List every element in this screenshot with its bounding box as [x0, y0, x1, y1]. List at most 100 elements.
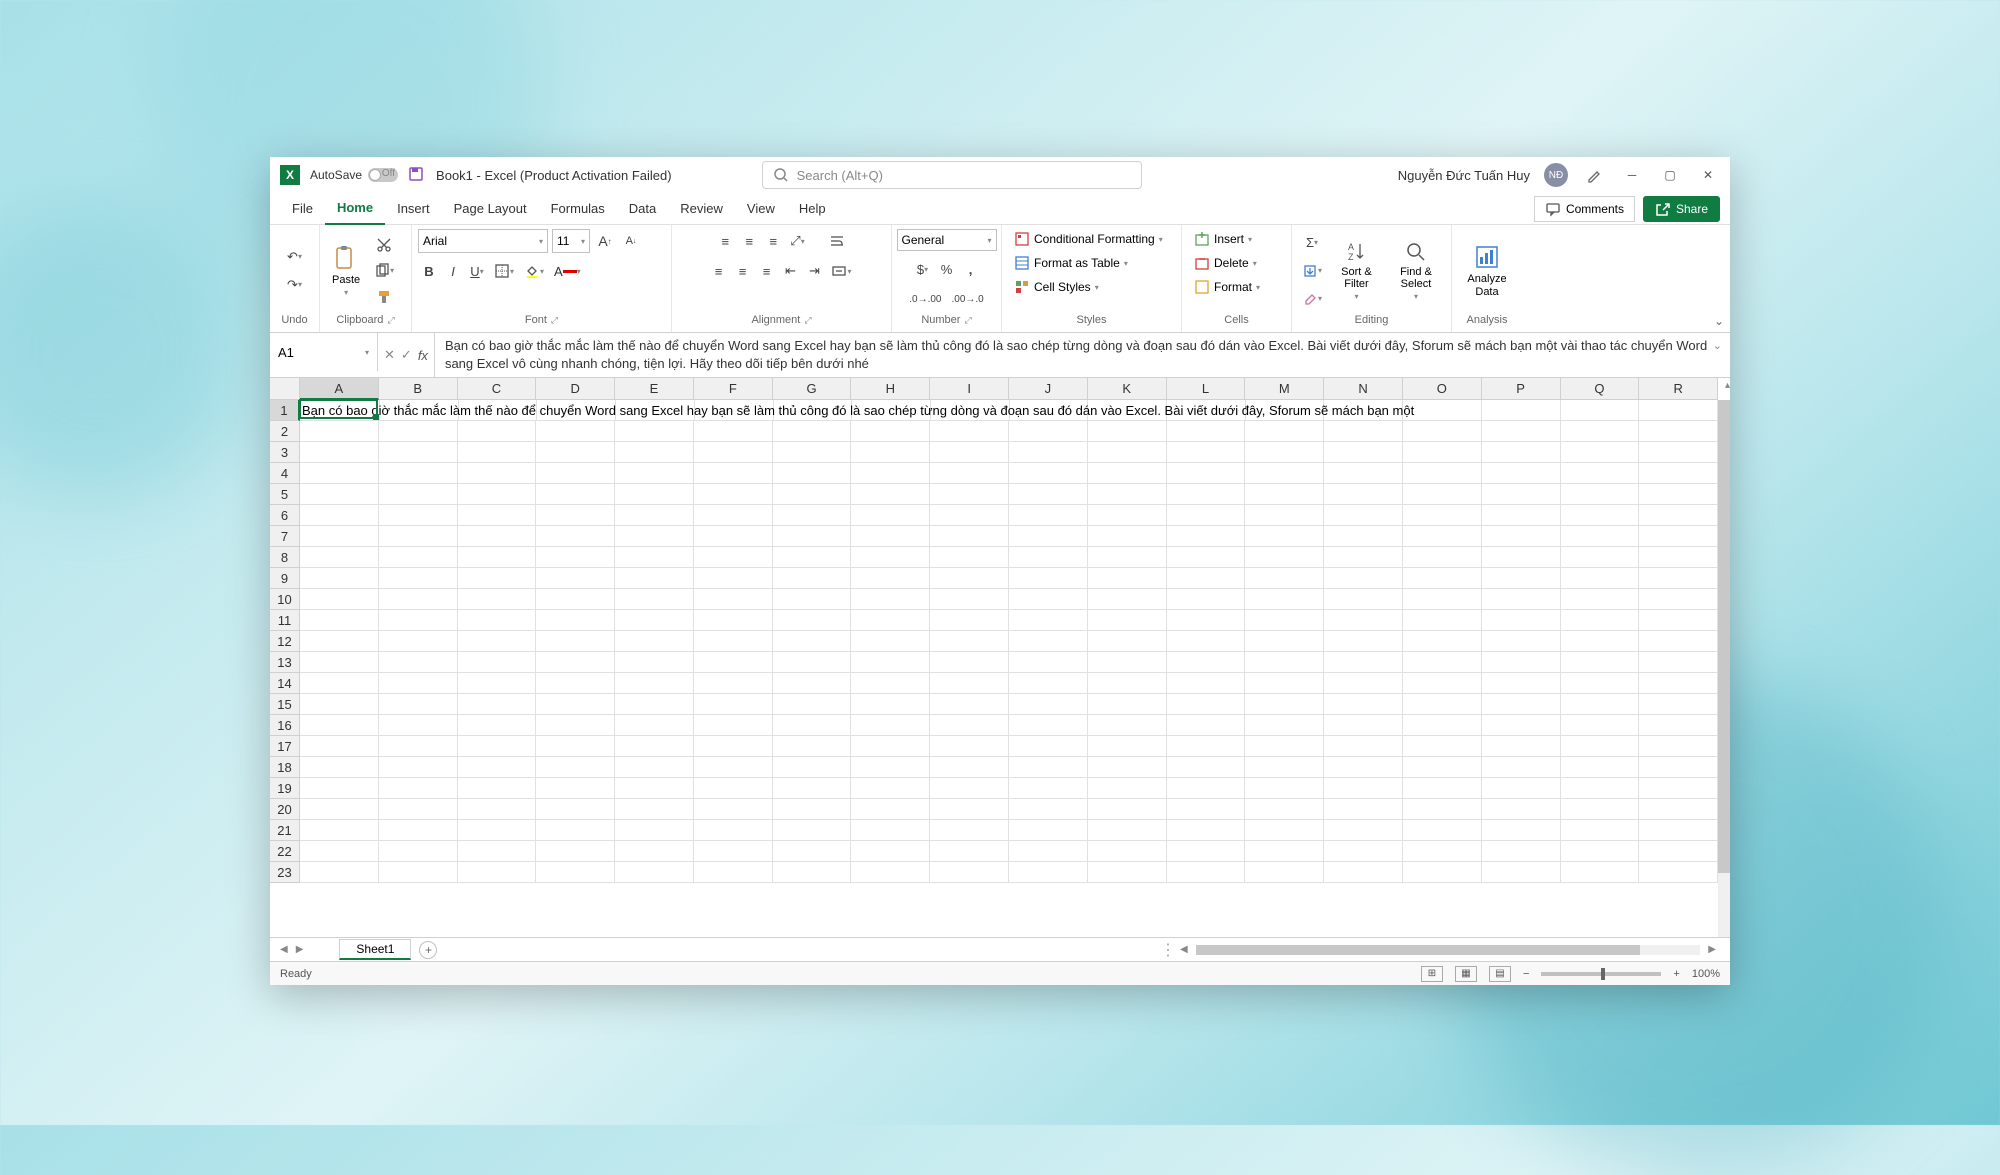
formula-bar[interactable]: Bạn có bao giờ thắc mắc làm thế nào để c… [435, 333, 1730, 377]
cell-C3[interactable] [458, 442, 537, 463]
cell-I9[interactable] [930, 568, 1009, 589]
row-header-4[interactable]: 4 [270, 463, 300, 484]
cell-E17[interactable] [615, 736, 694, 757]
cell-O13[interactable] [1403, 652, 1482, 673]
cell-L21[interactable] [1167, 820, 1246, 841]
cell-D20[interactable] [536, 799, 615, 820]
select-all-corner[interactable] [270, 378, 300, 400]
alignment-dialog-launcher[interactable]: ⤢ [804, 315, 811, 326]
cell-E23[interactable] [615, 862, 694, 883]
cell-P20[interactable] [1482, 799, 1561, 820]
cell-G6[interactable] [773, 505, 852, 526]
cell-J12[interactable] [1009, 631, 1088, 652]
cell-D11[interactable] [536, 610, 615, 631]
cell-E10[interactable] [615, 589, 694, 610]
toggle-switch[interactable]: Off [368, 168, 398, 182]
cell-M9[interactable] [1245, 568, 1324, 589]
column-header-R[interactable]: R [1639, 378, 1718, 400]
cell-C12[interactable] [458, 631, 537, 652]
cell-P12[interactable] [1482, 631, 1561, 652]
row-header-7[interactable]: 7 [270, 526, 300, 547]
accounting-format-button[interactable]: $ ▾ [912, 257, 934, 281]
hscroll-left[interactable]: ◀ [1176, 944, 1192, 955]
cell-R16[interactable] [1639, 715, 1718, 736]
sheet-nav-prev[interactable]: ◀ [280, 944, 288, 955]
cell-O3[interactable] [1403, 442, 1482, 463]
cell-D10[interactable] [536, 589, 615, 610]
italic-button[interactable]: I [442, 259, 464, 283]
row-header-19[interactable]: 19 [270, 778, 300, 799]
format-painter-button[interactable] [370, 285, 398, 309]
cell-H17[interactable] [851, 736, 930, 757]
cell-D9[interactable] [536, 568, 615, 589]
row-header-12[interactable]: 12 [270, 631, 300, 652]
cell-K5[interactable] [1088, 484, 1167, 505]
cell-F3[interactable] [694, 442, 773, 463]
share-button[interactable]: Share [1643, 196, 1720, 222]
cell-B10[interactable] [379, 589, 458, 610]
row-header-17[interactable]: 17 [270, 736, 300, 757]
cell-H22[interactable] [851, 841, 930, 862]
cell-O19[interactable] [1403, 778, 1482, 799]
menu-formulas[interactable]: Formulas [539, 193, 617, 225]
menu-file[interactable]: File [280, 193, 325, 225]
cell-A22[interactable] [300, 841, 379, 862]
cell-L13[interactable] [1167, 652, 1246, 673]
cell-H2[interactable] [851, 421, 930, 442]
cell-H15[interactable] [851, 694, 930, 715]
cell-G14[interactable] [773, 673, 852, 694]
cell-L20[interactable] [1167, 799, 1246, 820]
maximize-button[interactable]: ▢ [1658, 163, 1682, 187]
cell-E19[interactable] [615, 778, 694, 799]
cell-N14[interactable] [1324, 673, 1403, 694]
cell-R15[interactable] [1639, 694, 1718, 715]
cell-K18[interactable] [1088, 757, 1167, 778]
cell-O23[interactable] [1403, 862, 1482, 883]
cell-K6[interactable] [1088, 505, 1167, 526]
cell-G16[interactable] [773, 715, 852, 736]
cell-Q4[interactable] [1561, 463, 1640, 484]
cell-N9[interactable] [1324, 568, 1403, 589]
cell-D3[interactable] [536, 442, 615, 463]
cell-I16[interactable] [930, 715, 1009, 736]
cell-D18[interactable] [536, 757, 615, 778]
vertical-scrollbar[interactable] [1718, 400, 1730, 937]
menu-insert[interactable]: Insert [385, 193, 442, 225]
cell-R19[interactable] [1639, 778, 1718, 799]
fx-label[interactable]: fx [418, 348, 428, 363]
cell-E11[interactable] [615, 610, 694, 631]
cell-G18[interactable] [773, 757, 852, 778]
cell-K12[interactable] [1088, 631, 1167, 652]
search-box[interactable]: Search (Alt+Q) [762, 161, 1142, 189]
cell-M22[interactable] [1245, 841, 1324, 862]
cell-L17[interactable] [1167, 736, 1246, 757]
cell-P15[interactable] [1482, 694, 1561, 715]
cell-D2[interactable] [536, 421, 615, 442]
cell-H23[interactable] [851, 862, 930, 883]
column-header-A[interactable]: A [300, 378, 379, 400]
cell-P14[interactable] [1482, 673, 1561, 694]
cell-C22[interactable] [458, 841, 537, 862]
cell-I10[interactable] [930, 589, 1009, 610]
cell-A8[interactable] [300, 547, 379, 568]
cell-O4[interactable] [1403, 463, 1482, 484]
cell-G13[interactable] [773, 652, 852, 673]
increase-decimal-button[interactable]: .0→.00 [905, 287, 945, 311]
cell-Q7[interactable] [1561, 526, 1640, 547]
cell-J13[interactable] [1009, 652, 1088, 673]
cell-P3[interactable] [1482, 442, 1561, 463]
cell-R17[interactable] [1639, 736, 1718, 757]
clipboard-dialog-launcher[interactable]: ⤢ [387, 315, 394, 326]
cell-H20[interactable] [851, 799, 930, 820]
cell-P5[interactable] [1482, 484, 1561, 505]
cell-J8[interactable] [1009, 547, 1088, 568]
cell-P8[interactable] [1482, 547, 1561, 568]
cell-G10[interactable] [773, 589, 852, 610]
row-header-18[interactable]: 18 [270, 757, 300, 778]
menu-home[interactable]: Home [325, 193, 385, 225]
name-box[interactable]: A1▾ [270, 333, 378, 371]
cell-M10[interactable] [1245, 589, 1324, 610]
column-header-H[interactable]: H [851, 378, 930, 400]
cell-I5[interactable] [930, 484, 1009, 505]
cell-J17[interactable] [1009, 736, 1088, 757]
